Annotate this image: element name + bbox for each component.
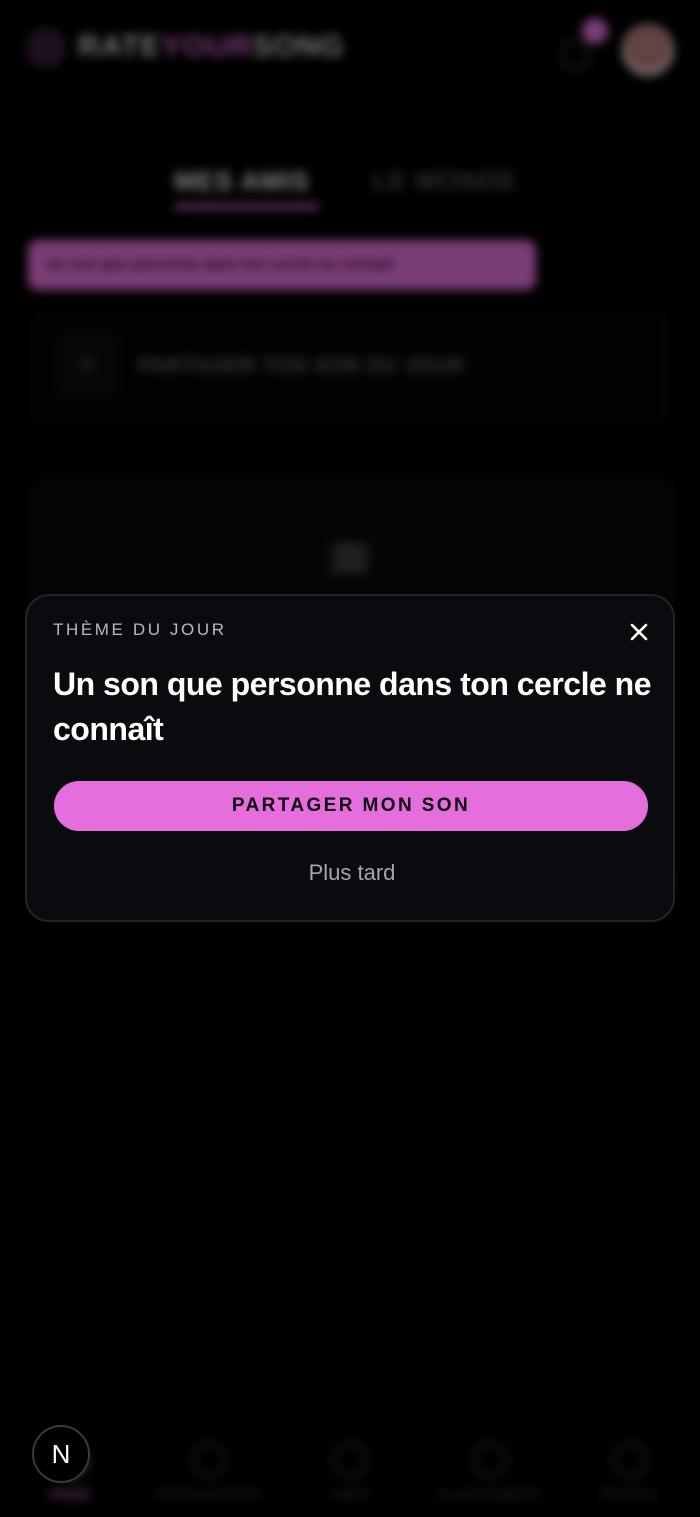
- nav-label: FEED: [49, 1486, 91, 1502]
- avatar[interactable]: [622, 24, 674, 76]
- close-button[interactable]: [625, 618, 653, 646]
- nav-item-ranking[interactable]: CLASSEMENT: [425, 1442, 555, 1502]
- nav-label: CLASSEMENT: [436, 1486, 544, 1502]
- chat-bubble-icon: [332, 542, 368, 574]
- compass-icon: [191, 1442, 227, 1478]
- theme-banner[interactable]: Un son que personne dans ton cercle ne c…: [28, 240, 536, 290]
- tab-friends[interactable]: MES AMIS: [174, 166, 310, 197]
- tab-world[interactable]: LE MONDE: [372, 166, 517, 197]
- user-icon: [612, 1442, 648, 1478]
- share-song-card[interactable]: + PARTAGER TON SON DU JOUR: [32, 310, 668, 424]
- share-song-label: PARTAGER TON SON DU JOUR: [139, 355, 465, 377]
- nav-item-profile[interactable]: PROFIL: [565, 1442, 695, 1502]
- nav-label: AMIS: [330, 1486, 370, 1502]
- close-icon: [630, 623, 648, 641]
- logo-text-part3: SONG: [252, 30, 345, 63]
- nav-label: PROFIL: [601, 1486, 659, 1502]
- logo-text-part2: YOUR: [161, 30, 253, 63]
- top-bar: RATEYOURSONG: [0, 0, 700, 96]
- trend-icon: [472, 1442, 508, 1478]
- dev-tools-badge[interactable]: N: [32, 1425, 90, 1483]
- search-icon: [332, 1442, 368, 1478]
- nav-label: DÉCOUVERTE: [155, 1486, 263, 1502]
- app-screen: RATEYOURSONG MES AMIS LE MONDE Un son qu…: [0, 0, 700, 1517]
- bottom-navigation: FEED DÉCOUVERTE AMIS CLASSEMENT PROFIL: [0, 1420, 700, 1517]
- bell-icon[interactable]: [562, 40, 588, 68]
- later-button[interactable]: Plus tard: [252, 856, 452, 890]
- modal-eyebrow: THÈME DU JOUR: [53, 620, 227, 639]
- nav-item-friends[interactable]: AMIS: [285, 1442, 415, 1502]
- logo-text-part1: RATE: [78, 30, 162, 63]
- notification-badge: [582, 18, 608, 44]
- plus-icon: +: [55, 333, 119, 397]
- theme-of-the-day-modal: THÈME DU JOUR Un son que personne dans t…: [25, 594, 675, 922]
- feed-tabs: MES AMIS LE MONDE: [0, 160, 700, 220]
- active-tab-indicator: [174, 204, 320, 209]
- nav-item-discover[interactable]: DÉCOUVERTE: [144, 1442, 274, 1502]
- share-my-song-button[interactable]: PARTAGER MON SON: [54, 781, 648, 831]
- modal-title: Un son que personne dans ton cercle ne c…: [53, 666, 652, 747]
- app-logo: RATEYOURSONG: [78, 30, 345, 64]
- logo-icon: [26, 28, 66, 68]
